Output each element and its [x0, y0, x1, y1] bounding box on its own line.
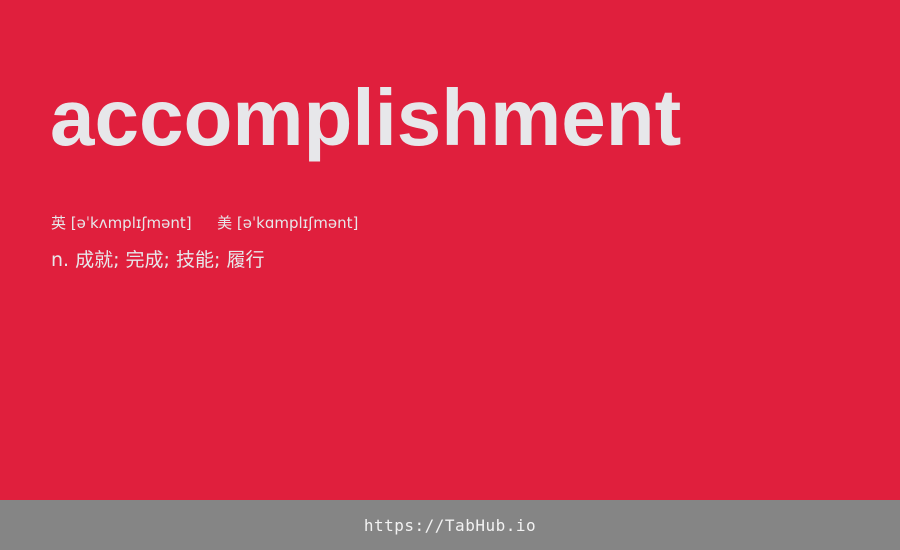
phonetics-line: 英 [əˈkʌmplɪʃmənt] 美 [əˈkɑmplɪʃmənt] — [51, 212, 358, 234]
headword: accomplishment — [50, 73, 682, 162]
uk-ipa: [əˈkʌmplɪʃmənt] — [70, 214, 192, 232]
word-card: accomplishment 英 [əˈkʌmplɪʃmənt] 美 [əˈkɑ… — [0, 0, 900, 500]
us-label: 美 — [217, 214, 233, 232]
footer-bar: https://TabHub.io — [0, 500, 900, 550]
uk-label: 英 — [51, 214, 67, 232]
tabhub-link[interactable]: https://TabHub.io — [364, 516, 536, 535]
definition-text: n. 成就; 完成; 技能; 履行 — [51, 249, 265, 271]
us-ipa: [əˈkɑmplɪʃmənt] — [236, 214, 359, 232]
